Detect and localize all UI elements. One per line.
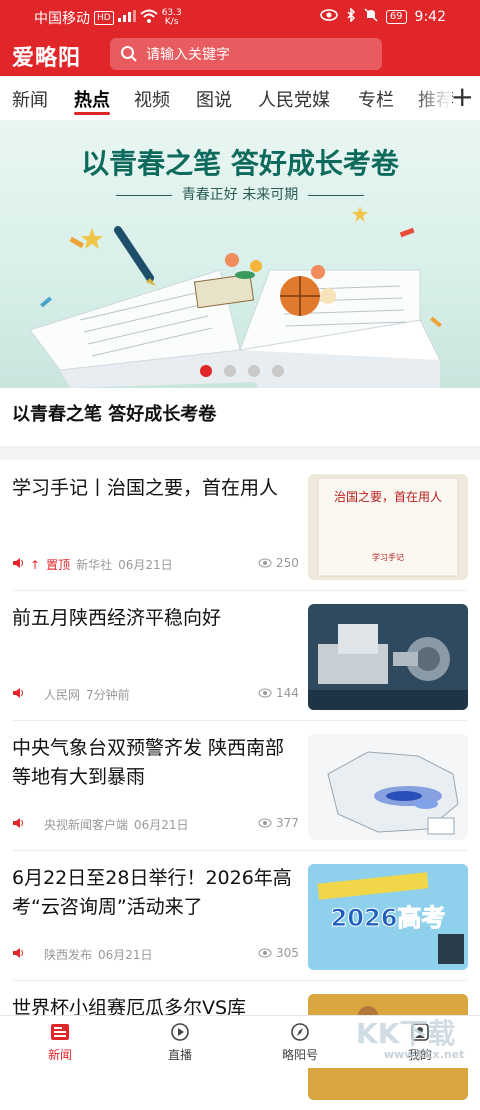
tab-news[interactable]: 新闻 [12, 86, 48, 112]
tab-column[interactable]: 专栏 [358, 86, 394, 112]
play-icon [171, 1023, 189, 1041]
eye-icon [258, 688, 272, 698]
tab-video[interactable]: 视频 [134, 86, 170, 112]
news-thumbnail: 2026高考 [308, 864, 468, 970]
news-thumbnail [308, 734, 468, 840]
tab-hot[interactable]: 热点 [74, 86, 110, 112]
news-title: 中央气象台双预警齐发 陕西南部等地有大到暴雨 [12, 737, 285, 788]
news-meta: 人民网 7分钟前 [12, 686, 130, 703]
category-tabs: 新闻 热点 视频 图说 人民党媒 专栏 推荐 + [0, 76, 480, 120]
battery-indicator: 69 [385, 10, 407, 24]
pinned-badge: 置顶 [46, 558, 71, 572]
banner-illustration [29, 206, 442, 388]
watermark: KK下载 www.kkx.net [356, 1017, 465, 1061]
nav-news[interactable]: 新闻 [20, 1022, 100, 1063]
eye-icon [258, 558, 272, 568]
add-tab-icon[interactable]: + [451, 82, 474, 112]
audio-icon[interactable] [12, 687, 24, 702]
news-item[interactable]: 前五月陕西经济平稳向好 人民网 7分钟前 144 [0, 590, 480, 720]
tab-pictures[interactable]: 图说 [196, 86, 232, 112]
compass-icon [291, 1023, 309, 1041]
news-source: 新华社 [76, 558, 113, 572]
news-icon [51, 1024, 69, 1040]
news-thumbnail [308, 604, 468, 710]
pager-dot[interactable] [200, 365, 212, 377]
news-date: 06月21日 [118, 558, 173, 572]
views-count: 377 [258, 816, 299, 830]
nav-lueyang-hao[interactable]: 略阳号 [260, 1022, 340, 1063]
news-meta: 陕西发布 06月21日 [12, 946, 153, 963]
pin-icon: ↑ [30, 557, 41, 572]
active-tab-indicator [74, 112, 110, 115]
news-date: 7分钟前 [86, 688, 130, 702]
views-count: 144 [258, 686, 299, 700]
tab-party-media[interactable]: 人民党媒 [258, 86, 330, 112]
news-item[interactable]: 学习手记丨治国之要，首在用人 ↑ 置顶 新华社 06月21日 250 治国之要，… [0, 460, 480, 590]
news-source: 央视新闻客户端 [44, 818, 129, 832]
nav-live[interactable]: 直播 [140, 1022, 220, 1063]
mute-bell-icon [364, 8, 378, 26]
app-logo: 爱略阳 [12, 45, 82, 71]
news-title: 前五月陕西经济平稳向好 [12, 607, 222, 629]
carrier-name: 中国移动 [34, 11, 90, 27]
pager-dot[interactable] [224, 365, 236, 377]
bluetooth-icon [346, 7, 356, 26]
news-meta: 央视新闻客户端 06月21日 [12, 816, 189, 833]
thumb-headline: 治国之要，首在用人 [333, 490, 442, 504]
eye-icon [258, 948, 272, 958]
clock: 9:42 [414, 9, 446, 25]
network-speed: 63.3 K/s [161, 8, 182, 27]
search-placeholder: 请输入关键字 [146, 47, 230, 63]
news-item[interactable]: 中央气象台双预警齐发 陕西南部等地有大到暴雨 央视新闻客户端 06月21日 37… [0, 720, 480, 850]
audio-icon[interactable] [12, 947, 24, 962]
hero-banner[interactable]: 以青春之笔 答好成长考卷 青春正好 未来可期 [0, 120, 480, 388]
news-source: 陕西发布 [44, 948, 93, 962]
pager-dot[interactable] [272, 365, 284, 377]
news-title: 6月22日至28日举行！2026年高考“云咨询周”活动来了 [12, 867, 292, 918]
hd-badge: HD [94, 11, 114, 25]
eye-icon [320, 9, 338, 25]
wifi-icon [140, 9, 158, 27]
news-date: 06月21日 [134, 818, 189, 832]
news-item[interactable]: 6月22日至28日举行！2026年高考“云咨询周”活动来了 陕西发布 06月21… [0, 850, 480, 980]
app-header: 爱略阳 请输入关键字 [0, 32, 480, 76]
news-thumbnail: 治国之要，首在用人 学习手记 [308, 474, 468, 580]
signal-icon [117, 10, 136, 26]
eye-icon [258, 818, 272, 828]
banner-pager [200, 365, 284, 377]
search-icon [121, 46, 137, 62]
news-source: 人民网 [44, 688, 81, 702]
thumb-headline: 2026高考 [330, 904, 446, 933]
views-count: 305 [258, 946, 299, 960]
search-bar[interactable]: 请输入关键字 [110, 38, 382, 70]
audio-icon[interactable] [12, 557, 24, 572]
views-count: 250 [258, 556, 299, 570]
audio-icon[interactable] [12, 817, 24, 832]
status-bar: 中国移动 HD 63.3 K/s 69 9:42 [0, 0, 480, 32]
banner-caption[interactable]: 以青春之笔 答好成长考卷 [12, 400, 216, 426]
thumb-tag: 学习手记 [372, 553, 404, 562]
pager-dot[interactable] [248, 365, 260, 377]
news-date: 06月21日 [98, 948, 153, 962]
news-meta: ↑ 置顶 新华社 06月21日 [12, 556, 173, 573]
news-title: 学习手记丨治国之要，首在用人 [12, 477, 279, 499]
